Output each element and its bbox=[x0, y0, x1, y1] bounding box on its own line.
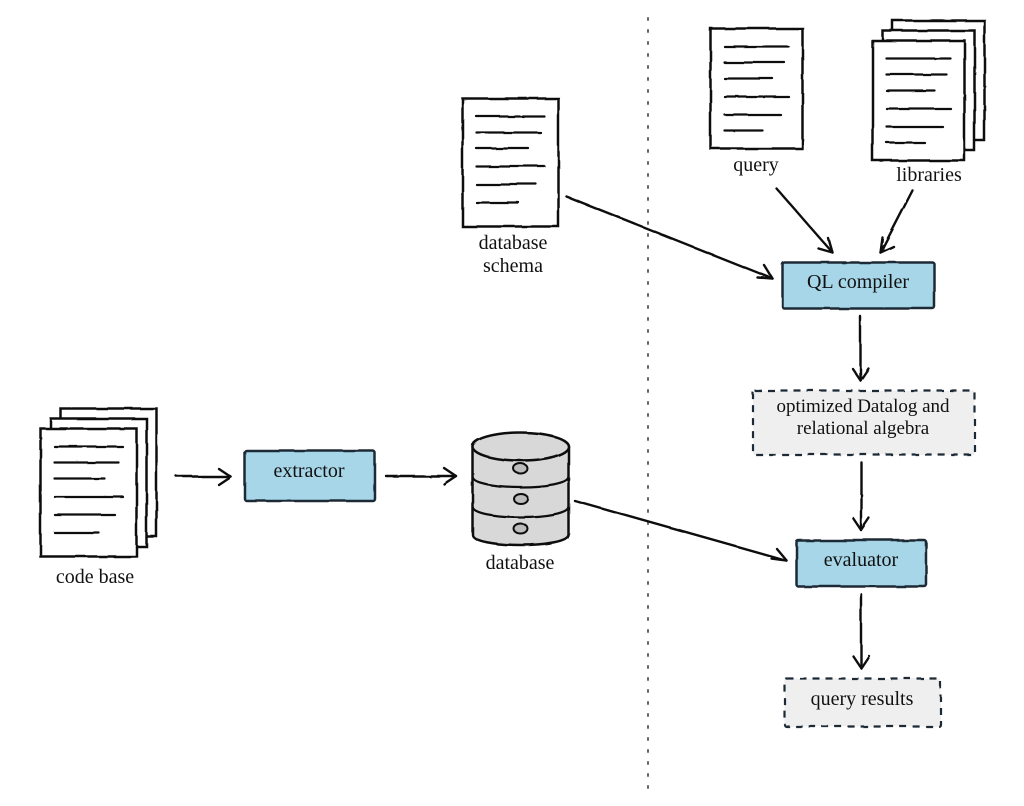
arrow-database-evaluator bbox=[574, 500, 786, 560]
libraries-label: libraries bbox=[874, 164, 984, 187]
arrow-qlcompiler-optimized bbox=[852, 316, 868, 380]
code-base-icon bbox=[40, 408, 156, 556]
query-label: query bbox=[706, 154, 806, 177]
optimized-box bbox=[752, 390, 974, 454]
database-icon bbox=[472, 432, 568, 545]
libraries-icon bbox=[872, 20, 984, 160]
arrow-codebase-extractor bbox=[176, 468, 230, 484]
query-icon bbox=[710, 28, 802, 148]
arrow-schema-qlcompiler bbox=[566, 196, 772, 278]
database-label: database bbox=[462, 552, 578, 575]
arrow-extractor-database bbox=[386, 468, 456, 484]
extractor-box bbox=[244, 450, 374, 500]
arrow-query-qlcompiler bbox=[776, 188, 832, 252]
ql-compiler-box bbox=[782, 262, 934, 308]
database-schema-icon bbox=[462, 98, 558, 226]
code-base-label: code base bbox=[30, 566, 160, 589]
arrow-evaluator-results bbox=[853, 594, 869, 668]
diagram-canvas: { "nodes": { "code_base": { "label": "co… bbox=[0, 0, 1024, 806]
query-results-box bbox=[784, 678, 940, 726]
evaluator-box bbox=[796, 540, 926, 586]
arrow-libraries-qlcompiler bbox=[880, 190, 912, 252]
arrow-optimized-evaluator bbox=[853, 462, 869, 530]
database-schema-label: database schema bbox=[448, 232, 578, 278]
